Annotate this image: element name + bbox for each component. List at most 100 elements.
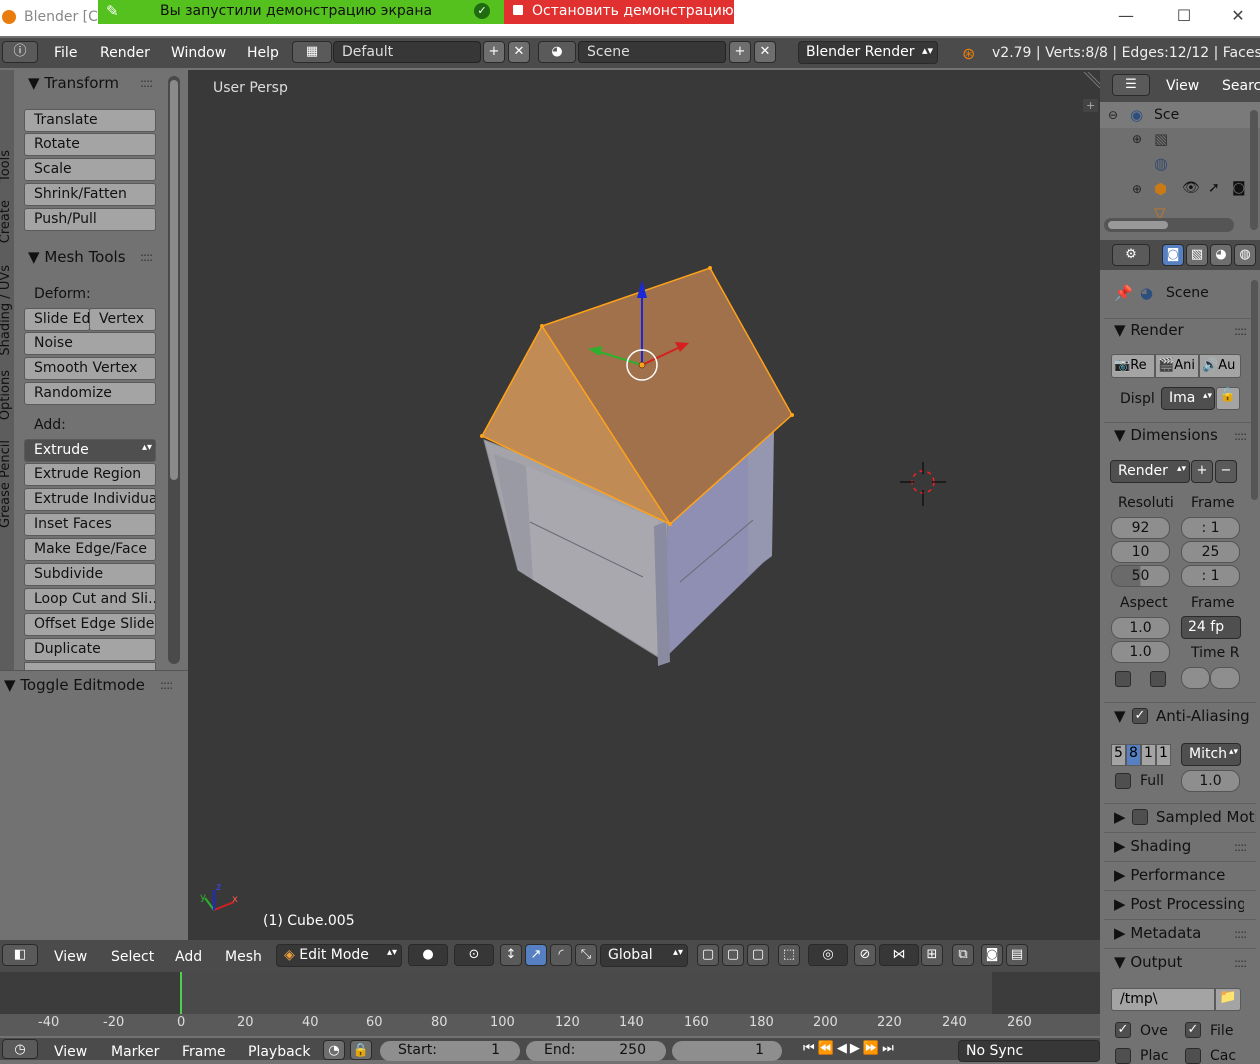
pivot-point-icon[interactable]: ⊙ [454, 944, 494, 966]
scene-name-field[interactable]: Scene [578, 41, 726, 63]
render-camera-icon[interactable]: ◙ [981, 944, 1003, 966]
render-animation-button[interactable]: 🎬Ani [1155, 354, 1199, 378]
border-checkbox[interactable] [1115, 671, 1131, 687]
tab-tools[interactable]: Tools [0, 150, 13, 182]
snap-element-icon[interactable]: ⋈ [879, 944, 919, 966]
subdivide-button[interactable]: Subdivide [24, 563, 156, 586]
aa-filter-select[interactable]: Mitch ▴▾ [1181, 743, 1241, 766]
layout-add-icon[interactable]: + [483, 41, 505, 63]
full-sample-checkbox[interactable] [1115, 773, 1131, 789]
aspect-x-field[interactable]: 1.0 [1111, 617, 1170, 639]
layer-icon-1[interactable]: ▢ [697, 944, 719, 966]
menu-add[interactable]: Add [175, 949, 202, 965]
output-path-field[interactable]: /tmp\ [1111, 988, 1215, 1011]
pin-icon[interactable]: 📌 [1114, 284, 1133, 302]
tool-shelf-scrollbar[interactable] [168, 76, 180, 664]
randomize-button[interactable]: Randomize [24, 382, 156, 405]
file-extensions-checkbox[interactable]: ✓ [1185, 1022, 1201, 1038]
time-remap-old-field[interactable] [1181, 667, 1210, 689]
tab-options[interactable]: Options [0, 370, 13, 420]
stop-screenshare-button[interactable]: Остановить демонстрацию [504, 0, 734, 24]
world-tab-icon[interactable]: ◍ [1234, 244, 1256, 266]
loop-cut-button[interactable]: Loop Cut and Sli... [24, 588, 156, 611]
slide-edge-button[interactable]: Slide Ed [24, 308, 90, 331]
aa-samples-8[interactable]: 8 [1126, 744, 1141, 766]
properties-scrollbar[interactable] [1251, 280, 1258, 500]
inset-faces-button[interactable]: Inset Faces [24, 513, 156, 536]
translate-button[interactable]: Translate [24, 109, 156, 132]
resolution-percentage-field[interactable]: 50 [1111, 565, 1170, 587]
vertex-slide-button[interactable]: Vertex [89, 308, 156, 331]
anti-aliasing-checkbox[interactable]: ✓ [1132, 708, 1148, 724]
menu-mesh[interactable]: Mesh [225, 949, 262, 965]
start-frame-field[interactable]: Start: 1 [380, 1041, 520, 1061]
smooth-vertex-button[interactable]: Smooth Vertex [24, 357, 156, 380]
current-frame-field[interactable]: 1 [672, 1041, 782, 1061]
render-layers-tab-icon[interactable]: ▧ [1186, 244, 1208, 266]
time-remap-new-field[interactable] [1210, 667, 1240, 689]
menu-help[interactable]: Help [247, 45, 279, 61]
render-anim-icon[interactable]: ▤ [1006, 944, 1028, 966]
aa-samples-16[interactable]: 1 [1156, 744, 1171, 766]
extrude-region-button[interactable]: Extrude Region [24, 463, 156, 486]
offset-edge-slide-button[interactable]: Offset Edge Slide [24, 613, 156, 636]
scene-remove-icon[interactable]: ✕ [754, 41, 776, 63]
layer-icon-2[interactable]: ▢ [722, 944, 744, 966]
operator-panel-header[interactable]: ▼ Toggle Editmode [4, 676, 145, 694]
metadata-grip-icon[interactable]: :::: [1234, 927, 1247, 941]
collapse-icon[interactable]: ⊖ [1108, 108, 1118, 122]
3d-viewport[interactable]: y z x + [188, 70, 1100, 940]
timeline-ruler[interactable] [0, 1014, 1100, 1036]
outliner-menu-view[interactable]: View [1166, 78, 1199, 94]
tab-grease-pencil[interactable]: Grease Pencil [0, 440, 13, 528]
timeline-area[interactable] [0, 972, 1100, 1014]
sampled-motion-checkbox[interactable] [1132, 809, 1148, 825]
menu-file[interactable]: File [54, 45, 77, 61]
lock-interface-icon[interactable]: 🔓 [1216, 387, 1240, 410]
scene-browse-icon[interactable]: ◕ [538, 41, 576, 63]
aa-panel-header[interactable]: ▼ [1114, 707, 1126, 725]
playback-controls[interactable]: ⏮⏪◀▶⏩⏭ [803, 1041, 951, 1061]
scene-tab-icon[interactable]: ◕ [1210, 244, 1232, 266]
close-button[interactable]: ✕ [1218, 6, 1258, 28]
folder-browse-icon[interactable]: 📁 [1215, 988, 1241, 1011]
menu-render[interactable]: Render [100, 45, 150, 61]
frame-start-field[interactable]: : 1 [1181, 517, 1240, 539]
metadata-panel-header[interactable]: ▶ Metadata [1114, 924, 1201, 942]
shading-panel-header[interactable]: ▶ Shading [1114, 837, 1191, 855]
performance-panel-header[interactable]: ▶ Performance [1114, 866, 1244, 884]
scale-button[interactable]: Scale [24, 158, 156, 181]
extrude-select[interactable]: Extrude ▴▾ [24, 439, 156, 462]
menu-view[interactable]: View [54, 949, 87, 965]
scene-add-icon[interactable]: + [729, 41, 751, 63]
output-panel-header[interactable]: ▼ Output [1114, 953, 1182, 971]
cache-result-checkbox[interactable] [1185, 1048, 1201, 1064]
render-grip-icon[interactable]: :::: [1234, 324, 1247, 338]
frame-step-field[interactable]: : 1 [1181, 565, 1240, 587]
remove-preset-icon[interactable]: − [1215, 460, 1237, 483]
crop-checkbox[interactable] [1150, 671, 1166, 687]
proportional-edit-icon[interactable]: ◎ [808, 944, 848, 966]
aspect-y-field[interactable]: 1.0 [1111, 641, 1170, 663]
timeline-menu-frame[interactable]: Frame [182, 1044, 226, 1060]
dimensions-grip-icon[interactable]: :::: [1234, 429, 1247, 443]
display-select[interactable]: Ima ▴▾ [1161, 387, 1215, 410]
snap-target-icon[interactable]: ⊞ [921, 944, 943, 966]
render-camera-toggle-icon[interactable]: ◙ [1232, 180, 1246, 196]
duplicate-button[interactable]: Duplicate [24, 638, 156, 661]
render-image-button[interactable]: 📷Re [1111, 354, 1155, 378]
properties-toggle-icon[interactable]: + [1083, 99, 1099, 112]
resolution-y-field[interactable]: 10 [1111, 541, 1170, 563]
tab-create[interactable]: Create [0, 200, 13, 243]
mesh-tools-grip-icon[interactable]: :::: [140, 250, 153, 264]
orientation-select[interactable]: Global ▴▾ [600, 944, 688, 967]
render-tab-icon[interactable]: ◙ [1162, 244, 1184, 266]
snap-toggle-icon[interactable]: ⊘ [854, 944, 876, 966]
push-pull-button[interactable]: Push/Pull [24, 208, 156, 231]
dimensions-panel-header[interactable]: ▼ Dimensions [1114, 426, 1218, 444]
end-frame-field[interactable]: End: 250 [526, 1041, 666, 1061]
editor-type-icon[interactable]: ◧ [2, 944, 38, 966]
overwrite-checkbox[interactable]: ✓ [1115, 1022, 1131, 1038]
frame-end-field[interactable]: 25 [1181, 541, 1240, 563]
add-preset-icon[interactable]: + [1191, 460, 1213, 483]
